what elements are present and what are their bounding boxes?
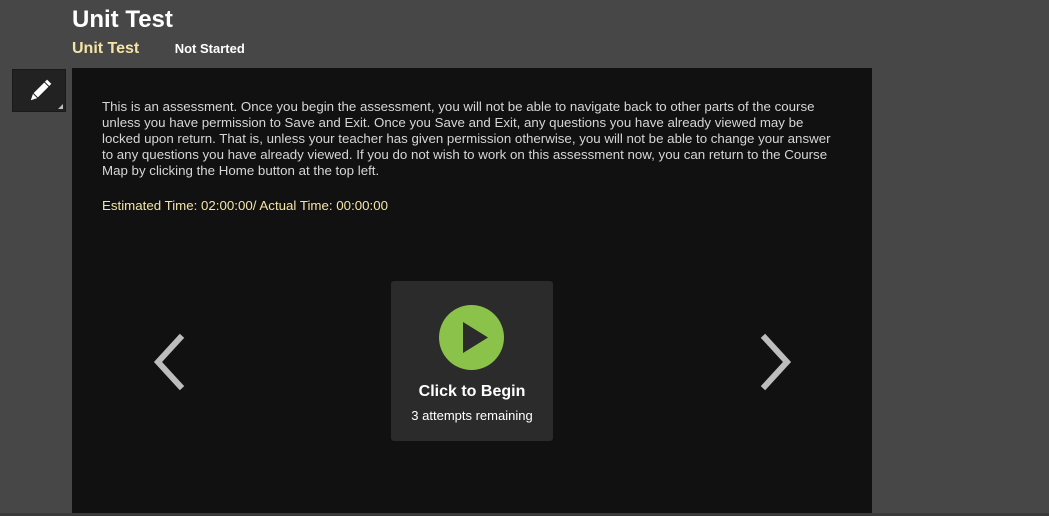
status-badge: Not Started [174, 41, 245, 56]
dropdown-corner-icon [58, 104, 63, 109]
begin-button[interactable]: Click to Begin 3 attempts remaining [391, 281, 553, 441]
content-panel: This is an assessment. Once you begin th… [72, 68, 872, 516]
unit-subtitle: Unit Test [72, 40, 140, 57]
chevron-left-icon [153, 333, 185, 391]
pencil-icon [30, 79, 52, 101]
begin-label: Click to Begin [418, 383, 526, 400]
previous-button[interactable] [150, 333, 190, 393]
chevron-right-icon [760, 333, 792, 391]
edit-button[interactable] [12, 69, 66, 112]
time-info: Estimated Time: 02:00:00/ Actual Time: 0… [102, 198, 389, 213]
next-button[interactable] [755, 333, 795, 393]
attempts-remaining: 3 attempts remaining [411, 408, 533, 423]
subtitle-row: Unit Test Not Started [72, 39, 245, 59]
page: Unit Test Unit Test Not Started This is … [0, 0, 1049, 516]
page-title: Unit Test [72, 6, 173, 33]
play-icon [439, 305, 504, 370]
assessment-intro-text: This is an assessment. Once you begin th… [102, 99, 831, 178]
